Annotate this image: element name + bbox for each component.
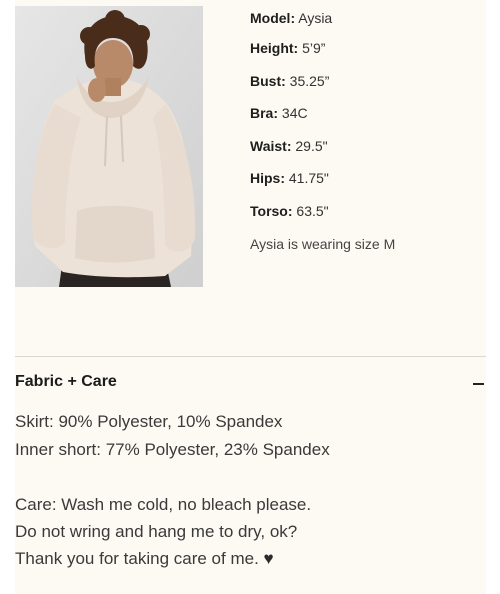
model-photo-illustration — [15, 6, 203, 287]
spec-hips: Hips: 41.75" — [250, 170, 329, 186]
care-instruction-dry: Do not wring and hang me to dry, ok? — [15, 522, 298, 541]
minus-icon[interactable] — [470, 374, 486, 392]
heart-icon: ♥ — [263, 549, 274, 568]
composition-inner-short: Inner short: 77% Polyester, 23% Spandex — [15, 440, 330, 459]
section-divider — [15, 356, 486, 357]
model-photo — [15, 6, 203, 287]
size-worn-note: Aysia is wearing size M — [250, 236, 396, 252]
spec-height: Height: 5’9” — [250, 40, 326, 56]
spec-bra: Bra: 34C — [250, 105, 308, 121]
fabric-care-heading[interactable]: Fabric + Care — [15, 373, 117, 391]
spec-model: Model: Aysia — [250, 10, 333, 26]
spec-torso: Torso: 63.5" — [250, 203, 329, 219]
spec-waist: Waist: 29.5" — [250, 138, 328, 154]
spec-bust: Bust: 35.25” — [250, 73, 330, 89]
composition-skirt: Skirt: 90% Polyester, 10% Spandex — [15, 412, 283, 431]
care-instruction-wash: Care: Wash me cold, no bleach please. — [15, 495, 312, 514]
care-thank-you: Thank you for taking care of me. ♥ — [15, 549, 274, 568]
